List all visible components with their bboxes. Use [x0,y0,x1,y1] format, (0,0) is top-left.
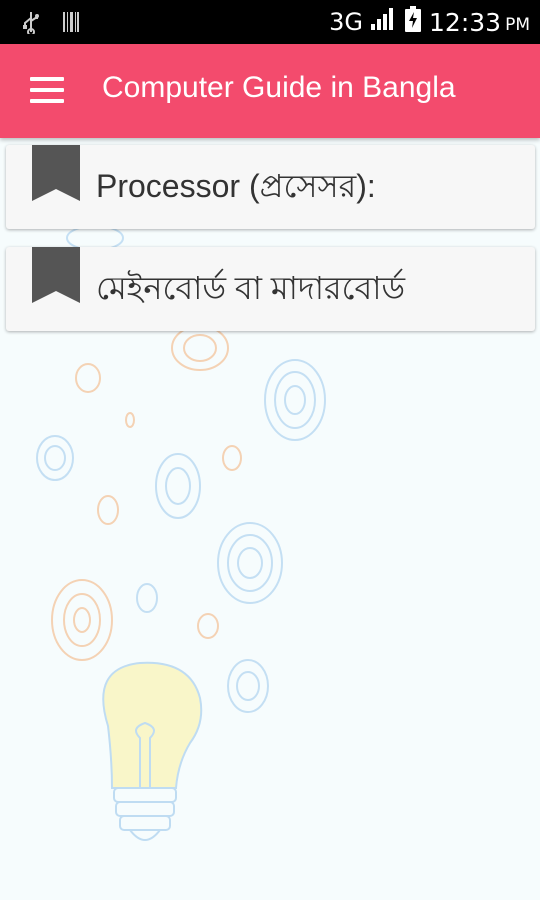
status-right: 3G 12:33 PM [329,6,530,38]
app-bar: Computer Guide in Bangla [0,44,540,138]
list-item[interactable]: মেইনবোর্ড বা মাদারবোর্ড [6,247,535,331]
bookmark-icon [32,145,80,201]
list-item[interactable]: Processor (প্রসেসর): [6,145,535,229]
list-item-label: মেইনবোর্ড বা মাদারবোর্ড [96,270,406,306]
battery-charging-icon [405,6,422,38]
clock-ampm: PM [505,15,530,35]
hamburger-menu-icon[interactable] [30,77,64,105]
app-title: Computer Guide in Bangla [102,71,456,104]
status-bar: 3G 12:33 PM [0,0,540,44]
barcode-icon [62,11,80,37]
list-item-label: Processor (প্রসেসর): [96,168,376,204]
signal-icon [371,7,397,37]
network-type: 3G [329,8,364,36]
usb-icon [22,10,40,38]
bookmark-icon [32,247,80,303]
status-left-icons [22,10,80,38]
clock-time: 12:33 [429,7,502,37]
